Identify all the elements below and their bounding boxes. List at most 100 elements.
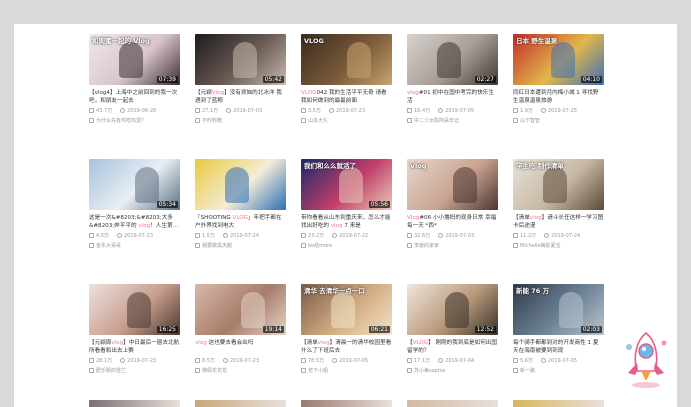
uploader-link[interactable]: 山本大久 <box>301 118 392 125</box>
uploader-link[interactable]: 为什么先有鸡吃鸡蛋？ <box>89 118 180 125</box>
video-title[interactable]: VLOG042 我的生活平平无奇 请看我如何做到的最最前面 <box>301 89 392 105</box>
up-icon <box>513 118 518 123</box>
uploader-link[interactable]: 不时秒酷 <box>195 118 286 125</box>
publish-date-text: 2019-07-04 <box>445 358 475 364</box>
video-thumbnail[interactable]: 05:34 <box>89 159 180 210</box>
video-thumbnail-partial[interactable] <box>407 400 498 407</box>
uploader-link[interactable]: 新一路 <box>513 368 604 375</box>
video-title[interactable]: 【元颖Vlog】没有烦恼的北冰洋 我遇到了蓝鲸 <box>195 89 286 105</box>
uploader-link[interactable]: 中二少女陈阿呆日记 <box>407 118 498 125</box>
video-thumbnail[interactable]: VLOG <box>301 34 392 85</box>
video-meta: 28.1万 2019-07-23 <box>89 358 180 365</box>
video-card[interactable]: 16:25 【元颖周vlog】中日最后一届去北航所看看和出去上赛 28.1万 2019… <box>89 284 180 393</box>
video-meta: 3.5万 2019-07-23 <box>301 108 392 115</box>
uploader-link[interactable]: 山下智智 <box>513 118 604 125</box>
video-thumbnail[interactable]: 清华 去清华一点一口 06:21 <box>301 284 392 335</box>
video-title[interactable]: 【VLOG】 刚刚的我到底是如何出国留学的？ <box>407 339 498 355</box>
thumbnail-figure <box>331 292 355 328</box>
video-title[interactable]: 同红日本遭到月内梅小城 1 寻找野生温泉温泉旅游 <box>513 89 604 105</box>
uploader-link[interactable]: 佛佩花花花 <box>195 368 286 375</box>
video-title[interactable]: 【元颖周vlog】中日最后一届去北航所看看和出去上赛 <box>89 339 180 355</box>
uploader-link[interactable]: 李媛的家家 <box>407 243 498 250</box>
video-card[interactable]: 和闺蜜一起的 Vlog 07:39 【vlog4】上海中之前回到的我一次吧，和朋友一… <box>89 34 180 143</box>
video-card[interactable]: 清华 去清华一点一口 06:21 【清单vlog】清晨一的清华校园里看什么了下班后去… <box>301 284 392 393</box>
video-thumbnail[interactable]: 19:14 <box>195 284 286 335</box>
video-meta: 11.2万 2019-07-24 <box>513 233 604 240</box>
video-thumbnail[interactable]: 学生吃 制作清单 <box>513 159 604 210</box>
video-card[interactable]: 「SHOOTING VLOG」年把手都在户外界找到电大 1.5万 2019-07-2… <box>195 159 286 268</box>
video-card[interactable]: Vlog Vlog#06 小小撸妈的现身日常 幸福每一天 *西* 32.6万 2019… <box>407 159 498 268</box>
video-thumbnail[interactable]: 05:42 <box>195 34 286 85</box>
video-card[interactable]: 我们和么么就活了 05:56 带你看看从山东到重庆来，怎么才能找出好吃的 vlog … <box>301 159 392 268</box>
video-thumbnail-partial[interactable] <box>301 400 392 407</box>
play-icon <box>513 233 518 238</box>
publish-date-text: 2019-07-23 <box>335 108 366 114</box>
video-thumbnail[interactable]: 12:52 <box>407 284 498 335</box>
video-card[interactable]: 19:14 vlog 这也要去看会出吗 8.5万 2019-07-23 佛佩花花花 <box>195 284 286 393</box>
publish-date: 2019-07-22 <box>332 233 368 240</box>
uploader-name: 山下智智 <box>520 118 541 124</box>
video-title[interactable]: 【清单vlog】请斗长任这样一学习图卡后途漫 <box>513 214 604 230</box>
video-card[interactable]: 05:42 【元颖Vlog】没有烦恼的北冰洋 我遇到了蓝鲸 27.1万 2019-07… <box>195 34 286 143</box>
publish-date: 2019-07-24 <box>222 233 259 240</box>
publish-date: 2019-07-24 <box>544 233 580 240</box>
uploader-name: 苏小美sophie <box>414 368 446 374</box>
video-card[interactable]: 日本 野生温泉 04:10 同红日本遭到月内梅小城 1 寻找野生温泉温泉旅游 1.9万… <box>513 34 604 143</box>
video-thumbnail-partial[interactable] <box>195 400 286 407</box>
uploader-link[interactable]: 若下小姐 <box>301 368 392 375</box>
video-thumbnail-partial[interactable] <box>513 400 604 407</box>
video-thumbnail-partial[interactable] <box>89 400 180 407</box>
uploader-link[interactable]: bo结more <box>301 243 392 250</box>
title-highlight: vlog <box>317 340 330 346</box>
uploader-link[interactable]: 我要做黑天鹅 <box>195 243 286 250</box>
video-thumbnail[interactable]: 日本 野生温泉 04:10 <box>513 34 604 85</box>
video-card[interactable]: 02:27 vlog#01 初中在国中考完的快乐生活 16.4万 2019-07-05… <box>407 34 498 143</box>
uploader-link[interactable]: Michelle梅影夏宝 <box>513 243 604 250</box>
view-count-text: 11.2万 <box>520 233 537 239</box>
title-highlight: vlog <box>529 215 542 221</box>
video-thumbnail[interactable]: 16:25 <box>89 284 180 335</box>
video-duration: 05:56 <box>368 201 390 208</box>
video-thumbnail[interactable]: 我们和么么就活了 05:56 <box>301 159 392 210</box>
video-card[interactable]: 05:34 这是一次&#8203;&#8203;大多&#8203;奔平平的 vlo… <box>89 159 180 268</box>
uploader-link[interactable]: 苏小美sophie <box>407 368 498 375</box>
video-thumbnail[interactable] <box>195 159 286 210</box>
clock-icon <box>438 233 444 238</box>
video-title[interactable]: 每个骑手都都到对的开发商性 1 夏天在海南被要到到现 <box>513 339 604 355</box>
title-text: 【vlog4】上海中之前回到的我一次吧，和朋友一起去 <box>89 90 178 104</box>
publish-date: 2019-07-23 <box>222 358 259 365</box>
back-to-top-rocket-icon[interactable] <box>621 329 671 389</box>
video-title[interactable]: 【清单vlog】清晨一的清华校园里看什么了下班后去 <box>301 339 392 355</box>
video-title[interactable]: 【vlog4】上海中之前回到的我一次吧，和朋友一起去 <box>89 89 180 105</box>
video-card[interactable]: 学生吃 制作清单【清单vlog】请斗长任这样一学习图卡后途漫 11.2万 2019-… <box>513 159 604 268</box>
video-card[interactable]: 12:52 【VLOG】 刚刚的我到底是如何出国留学的？ 17.1万 2019-07-… <box>407 284 498 393</box>
up-icon <box>195 368 200 373</box>
uploader-link[interactable]: 金东大哥哥 <box>89 243 180 250</box>
uploader-name: Michelle梅影夏宝 <box>520 243 561 249</box>
publish-date-text: 2019-07-05 <box>547 358 578 364</box>
video-title[interactable]: Vlog#06 小小撸妈的现身日常 幸福每一天 *西* <box>407 214 498 230</box>
video-duration: 02:27 <box>474 76 496 83</box>
video-duration: 19:14 <box>262 326 284 333</box>
title-highlight: Vlog <box>407 215 420 221</box>
video-title[interactable]: vlog 这也要去看会出吗 <box>195 339 286 355</box>
view-count: 1.9万 <box>513 108 533 115</box>
title-text: 【元颖 <box>195 90 212 96</box>
video-meta: 1.5万 2019-07-24 <box>195 233 286 240</box>
video-duration: 05:34 <box>156 201 178 208</box>
title-highlight: vlog <box>138 223 151 229</box>
video-thumbnail[interactable]: 和闺蜜一起的 Vlog 07:39 <box>89 34 180 85</box>
video-title[interactable]: 这是一次&#8203;&#8203;大多&#8203;奔平平的 vlog！人生第… <box>89 214 180 230</box>
video-title[interactable]: 带你看看从山东到重庆来，怎么才能找出好吃的 vlog 7 来是 <box>301 214 392 230</box>
uploader-link[interactable]: 肥乐颖的雪兰 <box>89 368 180 375</box>
clock-icon <box>332 233 338 238</box>
video-card[interactable]: VLOG VLOG042 我的生活平平无奇 请看我如何做到的最最前面 3.5万 201… <box>301 34 392 143</box>
video-thumbnail[interactable]: 新能 76 万 02:03 <box>513 284 604 335</box>
video-thumbnail[interactable]: 02:27 <box>407 34 498 85</box>
video-card[interactable]: 新能 76 万 02:03 每个骑手都都到对的开发商性 1 夏天在海南被要到到现 5.… <box>513 284 604 393</box>
title-highlight: vlog <box>195 340 207 346</box>
video-thumbnail[interactable]: Vlog <box>407 159 498 210</box>
video-title[interactable]: 「SHOOTING VLOG」年把手都在户外界找到电大 <box>195 214 286 230</box>
view-count: 3.5万 <box>301 108 321 115</box>
video-title[interactable]: vlog#01 初中在国中考完的快乐生活 <box>407 89 498 105</box>
